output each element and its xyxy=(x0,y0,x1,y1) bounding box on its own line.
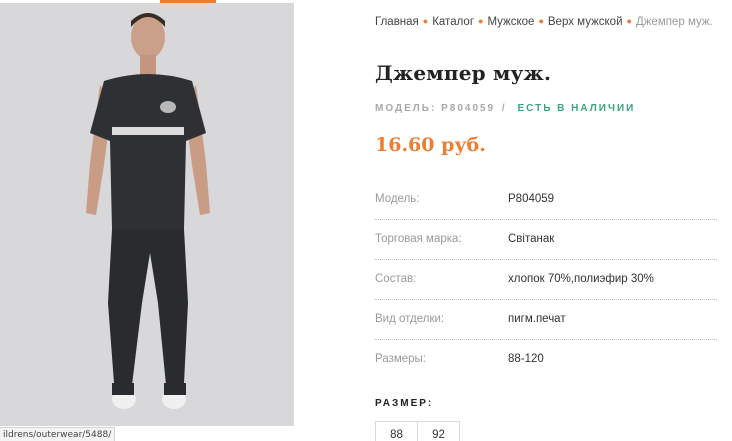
spec-value: пигм.печат xyxy=(508,313,566,325)
spec-key: Состав: xyxy=(375,273,417,285)
spec-value: Світанак xyxy=(508,233,555,245)
breadcrumb-item-catalog[interactable]: Каталог xyxy=(432,16,474,28)
spec-key: Модель: xyxy=(375,193,420,205)
spec-key: Размеры: xyxy=(375,353,426,365)
spec-value: Р804059 xyxy=(508,193,555,205)
spec-value: хлопок 70%,полиэфир 30% xyxy=(508,273,654,285)
breadcrumb-item-home[interactable]: Главная xyxy=(375,16,419,28)
size-option-88[interactable]: 88 xyxy=(375,421,418,441)
product-title: Джемпер муж. xyxy=(375,61,552,85)
spec-key: Вид отделки: xyxy=(375,313,445,325)
breadcrumb-separator-dot: ● xyxy=(478,16,484,26)
spec-row-brand: Торговая марка: Світанак xyxy=(375,220,717,260)
breadcrumb-current: Джемпер муж. xyxy=(635,16,713,28)
breadcrumb-separator-dot: ● xyxy=(626,16,632,26)
spec-row-model: Модель: Р804059 xyxy=(375,180,717,220)
breadcrumb: Главная ● Каталог ● Мужское ● Верх мужской ● Дже… xyxy=(375,14,715,30)
status-bar-url: ildrens/outerwear/5488/ xyxy=(0,427,116,441)
breadcrumb-item-mens-tops[interactable]: Верх мужской xyxy=(548,16,623,28)
model-code: МОДЕЛЬ: Р804059 xyxy=(375,103,496,114)
stock-status: ЕСТЬ В НАЛИЧИИ xyxy=(517,103,636,114)
spec-row-composition: Состав: хлопок 70%,полиэфир 30% xyxy=(375,260,717,300)
product-photo[interactable] xyxy=(0,3,294,426)
size-option-92[interactable]: 92 xyxy=(417,421,460,441)
model-stock-line: МОДЕЛЬ: Р804059 / ЕСТЬ В НАЛИЧИИ xyxy=(375,103,635,114)
spec-value: 88-120 xyxy=(508,353,544,365)
specs-table: Модель: Р804059 Торговая марка: Світанак… xyxy=(375,180,717,380)
breadcrumb-separator-dot: ● xyxy=(422,16,429,26)
spec-row-sizes: Размеры: 88-120 xyxy=(375,340,717,380)
breadcrumb-separator-dot: ● xyxy=(538,16,544,26)
spec-key: Торговая марка: xyxy=(375,233,462,245)
breadcrumb-item-mens[interactable]: Мужское xyxy=(487,16,534,28)
size-selector: 88 92 xyxy=(375,421,460,441)
spec-row-finish: Вид отделки: пигм.печат xyxy=(375,300,717,340)
size-selector-label: РАЗМЕР: xyxy=(375,398,434,409)
model-separator: / xyxy=(501,103,507,114)
model-figure xyxy=(0,3,294,426)
product-price: 16.60 руб. xyxy=(375,134,486,156)
